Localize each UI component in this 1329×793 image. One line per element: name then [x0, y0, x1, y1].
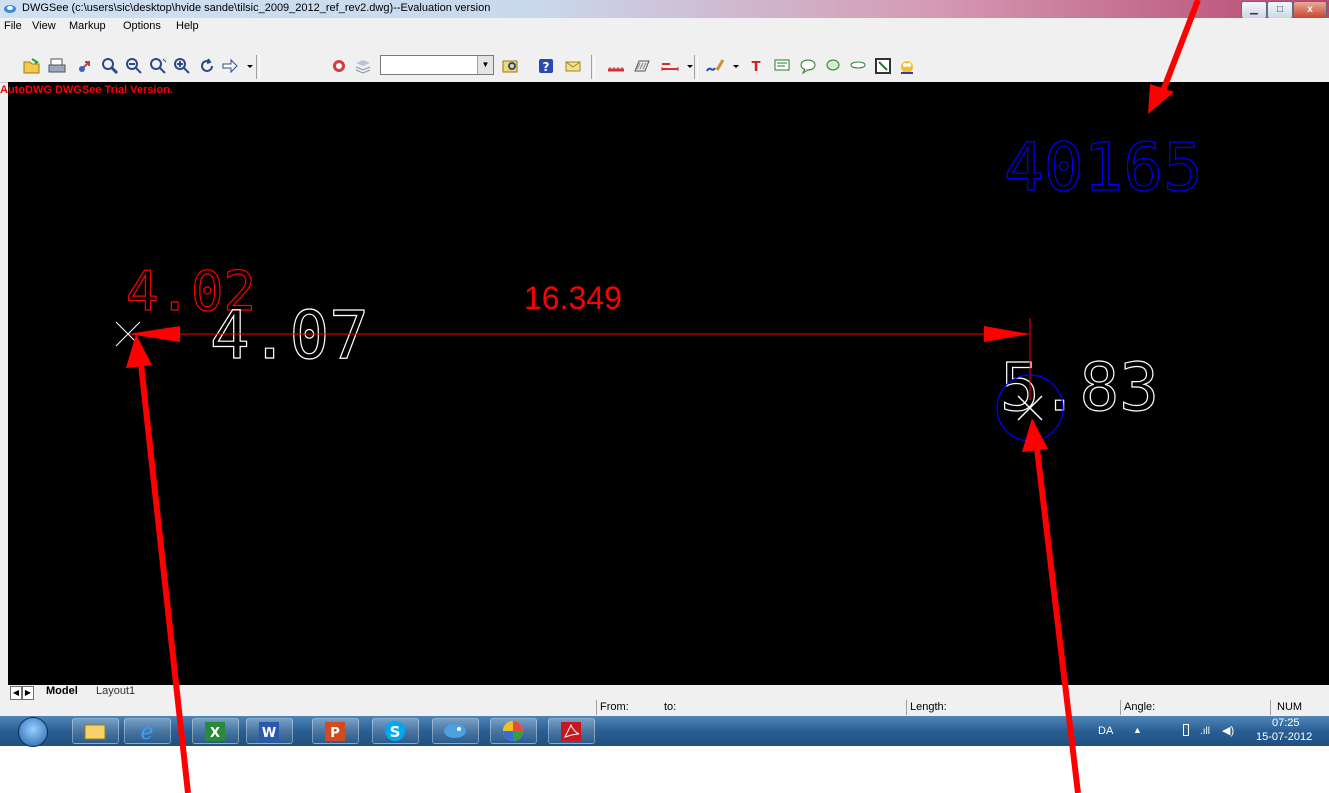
svg-text:e: e — [140, 720, 153, 743]
dropdown-arrow-icon[interactable] — [726, 56, 739, 76]
browse-icon[interactable] — [500, 56, 520, 76]
toolbar-separator — [591, 55, 595, 79]
start-orb-icon[interactable] — [18, 717, 48, 747]
menu-file[interactable]: File — [4, 20, 22, 32]
window-title: DWGSee (c:\users\sic\desktop\hvide sande… — [22, 2, 491, 14]
measure-distance-icon[interactable] — [606, 56, 626, 76]
callout-icon[interactable] — [848, 56, 868, 76]
taskbar-powerpoint-button[interactable]: P — [312, 718, 359, 744]
tray-date[interactable]: 15-07-2012 — [1256, 731, 1312, 743]
tab-scroll-right-icon[interactable]: ▶ — [22, 686, 34, 700]
menu-view[interactable]: View — [32, 20, 56, 32]
drawing-canvas[interactable] — [8, 82, 1329, 685]
powerpoint-icon: P — [325, 722, 345, 741]
layer-icon[interactable] — [329, 56, 349, 76]
skype-icon: S — [385, 721, 405, 741]
toolbar-separator — [694, 55, 698, 79]
svg-text:?: ? — [543, 60, 550, 74]
chevron-down-icon[interactable]: ▼ — [477, 56, 493, 74]
tab-layout1[interactable]: Layout1 — [96, 685, 135, 697]
windows-taskbar: e X W P S DA ▲ .ıll ◀) 07:25 15-07-2012 — [0, 716, 1329, 747]
tray-time[interactable]: 07:25 — [1272, 717, 1300, 729]
zoom-icon[interactable] — [100, 56, 120, 76]
maximize-button[interactable]: □ — [1267, 1, 1293, 19]
trial-banner: AutoDWG DWGSee Trial Version. — [0, 84, 173, 96]
pen-markup-icon[interactable] — [705, 56, 725, 76]
acrobat-icon — [561, 722, 581, 741]
toolbar-separator — [256, 55, 260, 79]
svg-text:P: P — [330, 726, 340, 741]
text-markup-icon[interactable]: T — [746, 56, 766, 76]
pan-icon[interactable] — [76, 56, 96, 76]
excel-icon: X — [205, 722, 225, 741]
note-icon[interactable] — [772, 56, 792, 76]
tray-language[interactable]: DA — [1098, 725, 1113, 737]
owl-icon[interactable] — [897, 56, 917, 76]
tab-model[interactable]: Model — [46, 685, 78, 697]
dropdown-arrow-icon[interactable] — [680, 56, 693, 76]
svg-text:S: S — [390, 723, 401, 741]
print-icon[interactable] — [47, 56, 67, 76]
next-arrow-icon[interactable] — [220, 56, 240, 76]
taskbar-ie-button[interactable]: e — [124, 718, 171, 745]
layer-combo[interactable]: ▼ — [380, 55, 494, 75]
sketch-icon[interactable] — [873, 56, 893, 76]
dwgsee-app-icon — [4, 5, 16, 13]
menu-options[interactable]: Options — [123, 20, 161, 32]
status-length-field: Length: — [906, 700, 1121, 715]
taskbar-fish-button[interactable] — [432, 718, 479, 744]
tab-scroll-left-icon[interactable]: ◀ — [10, 686, 22, 700]
status-bar: From: to: Length: Angle: NUM — [8, 700, 1329, 716]
network-icon[interactable]: .ıll — [1200, 726, 1210, 737]
layout-tabs: ◀ ▶ Model Layout1 — [8, 685, 1329, 700]
rotate-icon[interactable] — [197, 56, 217, 76]
status-from-label: From: — [600, 701, 629, 713]
battery-icon[interactable] — [1183, 724, 1189, 736]
volume-icon[interactable]: ◀) — [1222, 724, 1234, 737]
title-bar[interactable]: DWGSee (c:\users\sic\desktop\hvide sande… — [0, 0, 1329, 19]
internet-explorer-icon: e — [140, 720, 153, 745]
taskbar-acrobat-button[interactable] — [548, 718, 595, 744]
zoom-previous-icon[interactable] — [148, 56, 168, 76]
svg-text:X: X — [210, 726, 220, 741]
tray-expand-icon[interactable]: ▲ — [1133, 725, 1142, 735]
menu-markup[interactable]: Markup — [69, 20, 106, 32]
fish-app-icon — [444, 724, 466, 738]
dimension-icon[interactable] — [660, 56, 680, 76]
measure-area-icon[interactable] — [632, 56, 652, 76]
menu-bar: File View Markup Options Help — [0, 18, 1329, 35]
open-folder-icon[interactable] — [22, 56, 42, 76]
taskbar-excel-button[interactable]: X — [192, 718, 239, 744]
status-to-label: to: — [664, 701, 677, 713]
status-num-field: NUM — [1270, 700, 1321, 715]
status-angle-field: Angle: — [1120, 700, 1241, 715]
email-icon[interactable] — [563, 56, 583, 76]
status-num-indicator: NUM — [1277, 701, 1303, 713]
status-angle-label: Angle: — [1124, 701, 1156, 713]
folder-icon — [84, 724, 106, 740]
zoom-out-icon[interactable] — [124, 56, 144, 76]
zoom-window-icon[interactable] — [172, 56, 192, 76]
picasa-icon — [503, 721, 523, 741]
status-from-field: From: to: — [596, 700, 907, 715]
taskbar-explorer-button[interactable] — [72, 718, 119, 744]
close-button[interactable]: x — [1293, 1, 1327, 19]
svg-text:T: T — [752, 60, 761, 75]
comment-icon[interactable] — [798, 56, 818, 76]
taskbar-skype-button[interactable]: S — [372, 718, 419, 744]
minimize-button[interactable]: ▁ — [1241, 1, 1267, 19]
svg-text:W: W — [262, 726, 276, 741]
menu-help[interactable]: Help — [176, 20, 199, 32]
layers-icon[interactable] — [353, 56, 373, 76]
taskbar-word-button[interactable]: W — [246, 718, 293, 744]
cloud-icon[interactable] — [823, 56, 843, 76]
word-icon: W — [259, 722, 279, 741]
help-icon[interactable]: ? — [536, 56, 556, 76]
taskbar-picasa-button[interactable] — [490, 718, 537, 744]
status-length-label: Length: — [910, 701, 947, 713]
dropdown-arrow-icon[interactable] — [240, 56, 253, 76]
